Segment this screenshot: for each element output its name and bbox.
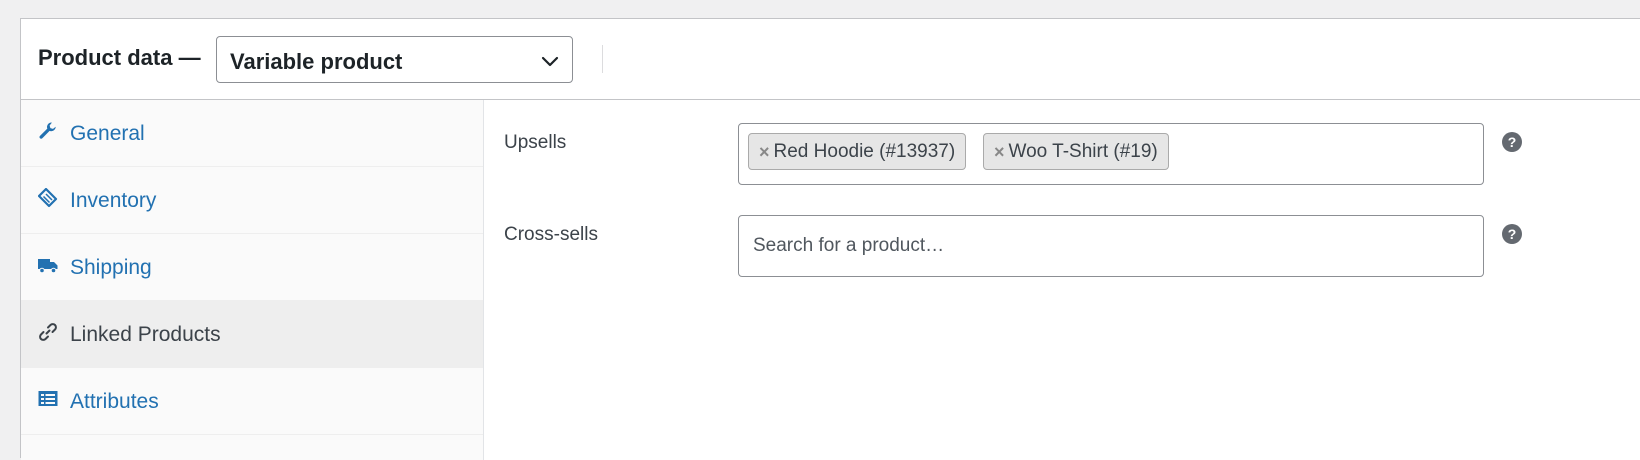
tab-linked-products-label: Linked Products	[70, 323, 221, 346]
tab-general-label: General	[70, 122, 145, 145]
remove-icon[interactable]: ×	[994, 143, 1005, 161]
tab-shipping[interactable]: Shipping	[21, 234, 483, 301]
header-divider	[602, 45, 603, 73]
remove-icon[interactable]: ×	[759, 143, 770, 161]
tab-general[interactable]: General	[21, 100, 483, 167]
cross-sells-search-input[interactable]	[753, 234, 1453, 258]
product-type-select[interactable]: Variable product	[216, 36, 573, 83]
tab-attributes[interactable]: Attributes	[21, 368, 483, 435]
upsells-select[interactable]: × Red Hoodie (#13937) × Woo T-Shirt (#19…	[738, 123, 1484, 185]
product-data-tabs: General Inventory Shipping Linked Produc…	[21, 100, 484, 460]
linked-products-panel: Upsells × Red Hoodie (#13937) × Woo T-Sh…	[484, 100, 1640, 460]
product-data-panel: Product data — Variable product General …	[20, 18, 1640, 460]
cross-sells-label: Cross-sells	[504, 224, 598, 245]
tab-attributes-label: Attributes	[70, 390, 159, 413]
product-data-header: Product data — Variable product	[21, 19, 1640, 100]
tab-inventory-label: Inventory	[70, 189, 157, 212]
cross-sells-help-icon[interactable]: ?	[1502, 224, 1522, 244]
chevron-down-icon	[541, 56, 559, 67]
product-type-value: Variable product	[230, 49, 403, 74]
wrench-icon	[39, 122, 56, 139]
tab-shipping-label: Shipping	[70, 256, 152, 279]
tab-linked-products[interactable]: Linked Products	[21, 301, 483, 368]
upsells-help-icon[interactable]: ?	[1502, 132, 1522, 152]
cross-sells-select[interactable]	[738, 215, 1484, 277]
link-icon	[39, 323, 57, 341]
upsell-chip: × Woo T-Shirt (#19)	[983, 133, 1169, 170]
truck-icon	[38, 259, 58, 274]
upsells-label: Upsells	[504, 132, 567, 153]
upsell-chip: × Red Hoodie (#13937)	[748, 133, 967, 170]
upsell-chip-label: Red Hoodie (#13937)	[773, 140, 956, 162]
upsell-chip-label: Woo T-Shirt (#19)	[1008, 140, 1158, 162]
product-data-title: Product data —	[38, 45, 201, 70]
tab-inventory[interactable]: Inventory	[21, 167, 483, 234]
list-icon	[38, 391, 58, 406]
tag-icon	[38, 188, 58, 208]
